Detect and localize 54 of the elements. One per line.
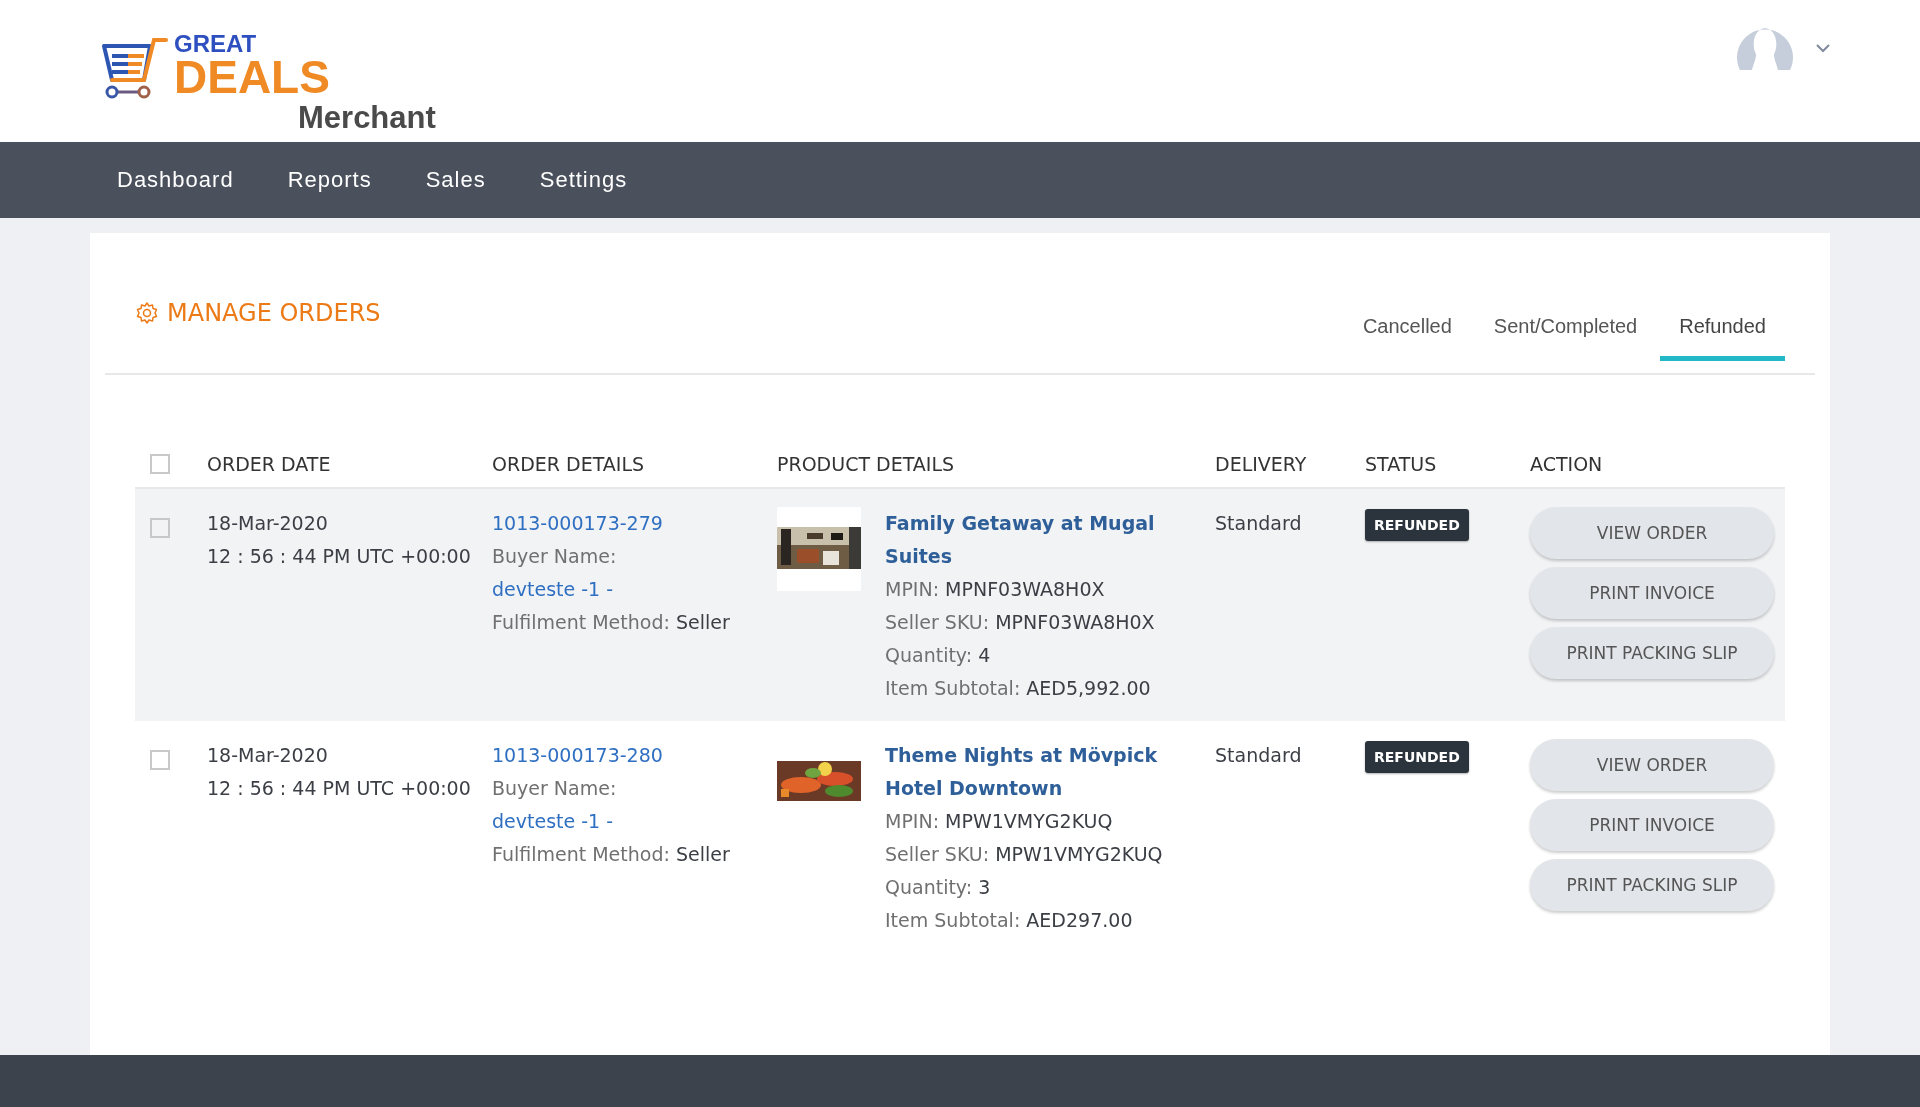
product-field: Seller SKU: MPW1VMYG2KUQ [885,838,1163,871]
column-header: STATUS [1365,453,1437,475]
buyer-label: Buyer Name: [492,544,617,569]
column-header: PRODUCT DETAILS [777,453,955,475]
delivery-type: Standard [1215,511,1302,536]
product-field: MPIN: MPW1VMYG2KUQ [885,805,1113,838]
select-all-checkbox[interactable] [150,454,170,475]
product-field: Seller SKU: MPNF03WA8H0X [885,606,1155,639]
product-link[interactable]: Family Getaway at Mugal Suites [885,507,1195,573]
tab[interactable]: Refunded [1660,315,1785,361]
action-button[interactable]: PRINT INVOICE [1530,567,1774,619]
nav-link[interactable]: Settings [539,167,628,193]
logo-text: GREAT [174,32,258,56]
fulfilment-method: Fulfilment Method: Seller [492,842,730,867]
order-date: 18-Mar-2020 [207,511,328,536]
gear-icon [135,301,159,325]
delivery-type: Standard [1215,743,1302,768]
row-checkbox[interactable] [150,517,170,538]
chevron-down-icon[interactable] [1816,43,1830,53]
fulfilment-method: Fulfilment Method: Seller [492,610,730,635]
column-header: ORDER DATE [207,453,331,475]
nav-link[interactable]: Reports [287,167,372,193]
order-date: 18-Mar-2020 [207,743,328,768]
buyer-link[interactable]: devteste -1 - [492,805,614,838]
status-badge: REFUNDED [1365,509,1469,541]
product-field: MPIN: MPNF03WA8H0X [885,573,1105,606]
product-field: Quantity: 3 [885,871,991,904]
action-button[interactable]: VIEW ORDER [1530,507,1774,559]
product-link[interactable]: Theme Nights at Mövpick Hotel Downtown [885,739,1195,805]
row-checkbox[interactable] [150,749,170,770]
column-header: ORDER DETAILS [492,453,645,475]
column-header: ACTION [1530,453,1603,475]
action-button[interactable]: PRINT PACKING SLIP [1530,859,1774,911]
status-badge: REFUNDED [1365,741,1469,773]
tab[interactable]: Sent/Completed [1474,315,1657,361]
product-field: Item Subtotal: AED5,992.00 [885,672,1151,705]
buyer-link[interactable]: devteste -1 - [492,573,614,606]
order-id-link[interactable]: 1013-000173-280 [492,739,663,772]
nav-link[interactable]: Sales [425,167,486,193]
order-time: 12 : 56 : 44 PM UTC +00:00 [207,544,471,569]
logo-text: DEALS [174,54,331,100]
product-field: Quantity: 4 [885,639,991,672]
action-button[interactable]: PRINT INVOICE [1530,799,1774,851]
order-id-link[interactable]: 1013-000173-279 [492,507,663,540]
action-button[interactable]: VIEW ORDER [1530,739,1774,791]
page-title: MANAGE ORDERS [167,299,381,327]
product-field: Item Subtotal: AED297.00 [885,904,1133,937]
tab[interactable]: Cancelled [1343,315,1471,361]
logo-subtitle: Merchant [298,102,436,133]
buyer-label: Buyer Name: [492,776,617,801]
action-button[interactable]: PRINT PACKING SLIP [1530,627,1774,679]
column-header: DELIVERY [1215,453,1307,475]
order-time: 12 : 56 : 44 PM UTC +00:00 [207,776,471,801]
nav-link[interactable]: Dashboard [117,167,234,193]
